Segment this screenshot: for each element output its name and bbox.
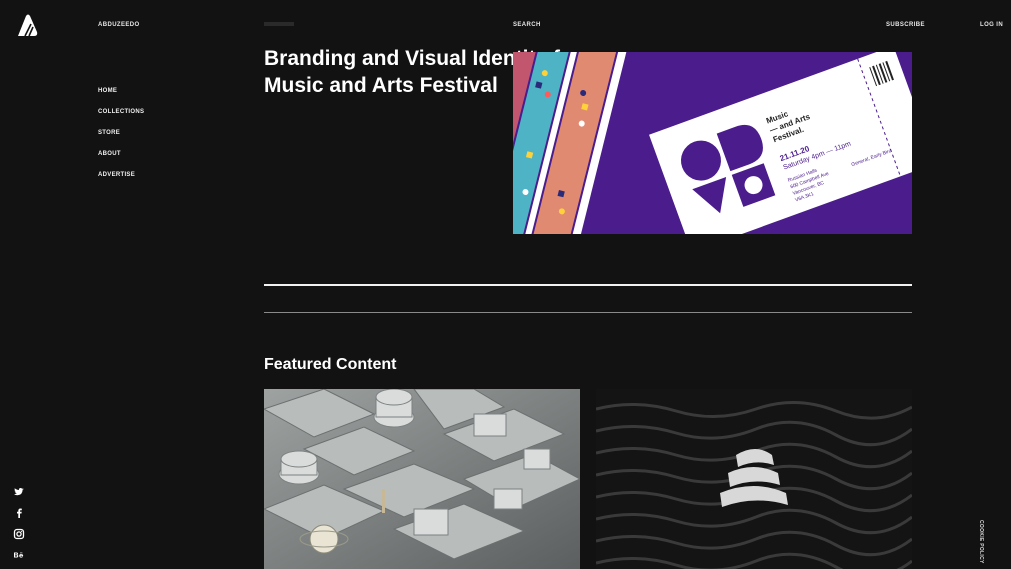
nav-item-advertise[interactable]: ADVERTISE [98, 172, 144, 193]
section-divider-thick [264, 284, 912, 286]
instagram-icon[interactable] [13, 528, 25, 540]
festival-ticket-artwork: Music — and Arts Festival. 21.11.20 Satu… [513, 52, 912, 234]
featured-card-city-render[interactable] [264, 389, 580, 569]
nav-item-collections[interactable]: COLLECTIONS [98, 109, 144, 130]
breadcrumb-placeholder [264, 22, 294, 26]
twitter-icon[interactable] [13, 486, 25, 498]
city-render-image [264, 389, 580, 569]
facebook-icon[interactable] [13, 507, 25, 519]
social-links [13, 486, 27, 569]
main-nav: HOME COLLECTIONS STORE ABOUT ADVERTISE [98, 88, 144, 193]
brand-logo-icon[interactable] [15, 14, 41, 38]
cookie-policy-link[interactable]: COOKIE POLICY [978, 520, 984, 564]
nav-item-store[interactable]: STORE [98, 130, 144, 151]
search-link[interactable]: SEARCH [513, 22, 541, 28]
featured-content-heading: Featured Content [264, 356, 397, 373]
wave-render-image [596, 389, 912, 569]
featured-card-wave-render[interactable] [596, 389, 912, 569]
behance-icon[interactable] [13, 549, 25, 561]
hero-image[interactable]: Music — and Arts Festival. 21.11.20 Satu… [513, 52, 912, 234]
login-link[interactable]: LOG IN [980, 22, 1003, 28]
nav-item-home[interactable]: HOME [98, 88, 144, 109]
nav-item-about[interactable]: ABOUT [98, 151, 144, 172]
section-divider-thin [264, 312, 912, 313]
subscribe-link[interactable]: SUBSCRIBE [886, 22, 925, 28]
brand-name-link[interactable]: ABDUZEEDO [98, 22, 140, 28]
